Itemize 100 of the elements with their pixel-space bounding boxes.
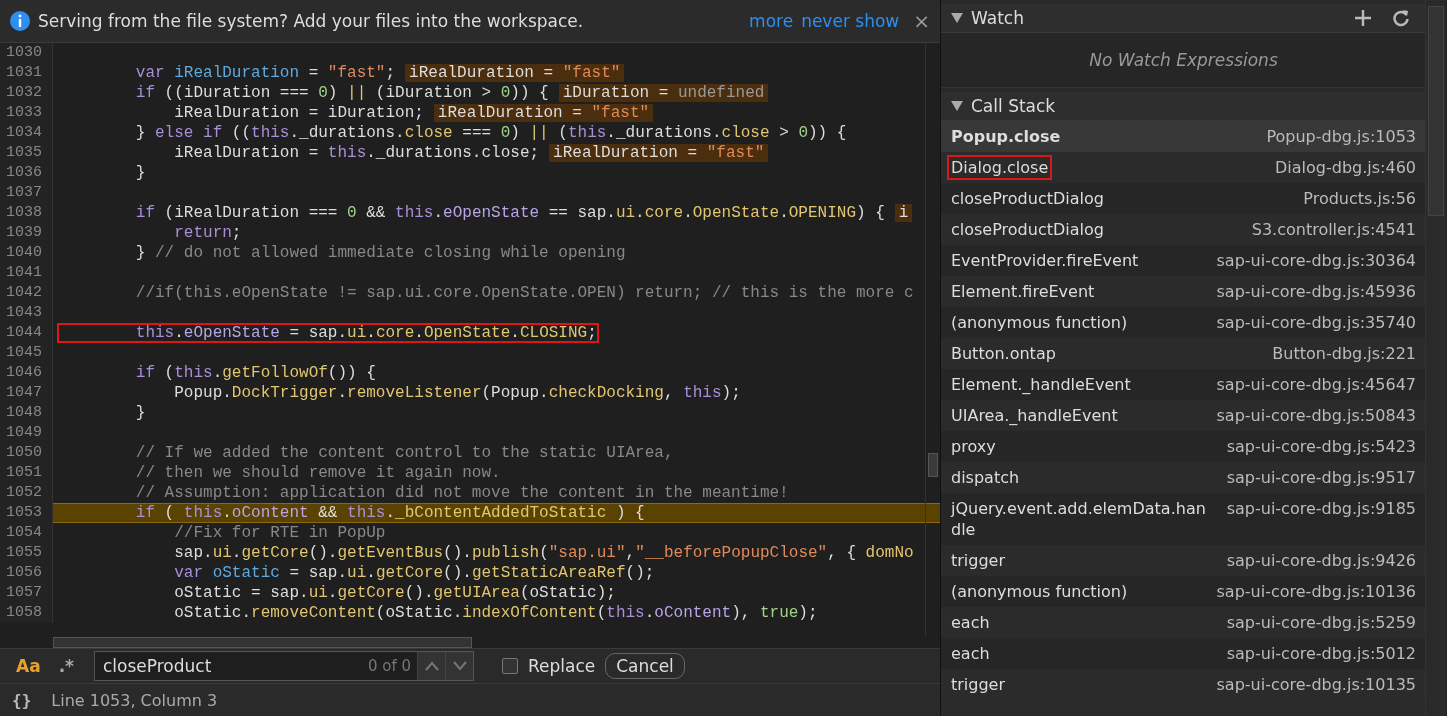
line-number: 1030: [0, 43, 53, 63]
line-number: 1043: [0, 303, 53, 323]
pretty-print-button[interactable]: {}: [12, 690, 32, 710]
line-number: 1036: [0, 163, 53, 183]
call-frame[interactable]: each sap-ui-core-dbg.js:5012: [941, 638, 1426, 669]
code-line: iRealDuration = iDuration;: [173, 103, 425, 123]
code-line: if (this.getFollowOf()) {: [134, 363, 377, 383]
line-number: 1052: [0, 483, 53, 503]
previous-match-button[interactable]: [417, 652, 445, 680]
code-line: oStatic.removeContent(oStatic.indexOfContent(this.oContent), true);: [173, 603, 819, 623]
search-input[interactable]: closeProduct: [95, 655, 368, 677]
match-case-toggle[interactable]: Aa: [12, 656, 45, 676]
call-frame[interactable]: proxy sap-ui-core-dbg.js:5423: [941, 431, 1426, 462]
code-line: } else if ((this._durations.close === 0) || (this._durations.close > 0)) {: [134, 123, 848, 143]
code-line: }: [134, 403, 147, 423]
call-frame[interactable]: (anonymous function) sap-ui-core-dbg.js:35740: [941, 307, 1426, 338]
replace-checkbox[interactable]: [502, 658, 518, 674]
inline-value: i: [894, 204, 913, 222]
line-number: 1051: [0, 463, 53, 483]
line-number: 1033: [0, 103, 53, 123]
source-location: sap-ui-core-dbg.js:45936: [1216, 281, 1416, 302]
source-location: sap-ui-core-dbg.js:9426: [1226, 550, 1416, 571]
empty-message: No Watch Expressions: [941, 33, 1426, 88]
function-name: Button.ontap: [950, 343, 1057, 365]
close-button[interactable]: ×: [913, 9, 930, 33]
function-name: closeProductDialog: [950, 219, 1105, 241]
cancel-button[interactable]: Cancel: [605, 653, 685, 679]
expanded-triangle-icon[interactable]: [951, 101, 963, 111]
code-line: if ((iDuration === 0) || (iDuration > 0)) {: [134, 83, 550, 103]
source-location: sap-ui-core-dbg.js:9185: [1226, 498, 1416, 520]
expanded-triangle-icon[interactable]: [951, 13, 963, 23]
line-number: 1053: [0, 503, 53, 523]
line-number: 1037: [0, 183, 53, 203]
function-name: trigger: [950, 674, 1007, 696]
code-line: oStatic = sap.ui.getCore().getUIArea(oStatic);: [173, 583, 617, 603]
function-name: Dialog.close: [947, 155, 1053, 180]
infobar-message: Serving from the file system? Add your files into the workspace.: [38, 11, 585, 31]
code-line: iRealDuration = this._durations.close;: [173, 143, 541, 163]
code-line: sap.ui.getCore().getEventBus().publish("sap.ui","__beforePopupClose", { domNo: [173, 543, 915, 563]
source-location: sap-ui-core-dbg.js:35740: [1216, 312, 1416, 333]
line-number: 1040: [0, 243, 53, 263]
search-field[interactable]: closeProduct 0 of 0: [94, 651, 474, 681]
info-icon: [10, 11, 30, 31]
code-line: var oStatic = sap.ui.getCore().getStaticAreaRef();: [173, 563, 656, 583]
line-number: 1057: [0, 583, 53, 603]
line-number: 1049: [0, 423, 53, 443]
replace-label: Replace: [528, 656, 596, 676]
source-location: sap-ui-core-dbg.js:10136: [1216, 581, 1416, 602]
line-number: 1058: [0, 603, 53, 623]
code-line: // then we should remove it again now.: [134, 463, 502, 483]
code-line: //Fix for RTE in PopUp: [173, 523, 387, 543]
section-title: Watch: [971, 8, 1025, 28]
function-name: closeProductDialog: [950, 188, 1105, 210]
section-title: Call Stack: [971, 96, 1057, 116]
line-number: 1047: [0, 383, 53, 403]
inline-value: iRealDuration = "fast": [549, 144, 769, 162]
code-line: //if(this.eOpenState != sap.ui.core.OpenState.OPEN) return; // this is the more c: [134, 283, 915, 303]
code-line: if (iRealDuration === 0 && this.eOpenState == sap.ui.core.OpenState.OPENING) {: [134, 203, 886, 223]
source-location: Button-dbg.js:221: [1272, 343, 1416, 364]
code-line: Popup.DockTrigger.removeListener(Popup.checkDocking, this);: [173, 383, 742, 403]
call-frame[interactable]: closeProductDialog Products.js:56: [941, 183, 1426, 214]
line-number: 1041: [0, 263, 53, 283]
scrollbar-thumb[interactable]: [53, 637, 472, 648]
inline-value: iRealDuration = "fast": [405, 64, 625, 82]
call-frame[interactable]: EventProvider.fireEvent sap-ui-core-dbg.js:30364: [941, 245, 1426, 276]
line-number: 1042: [0, 283, 53, 303]
function-name: Element._handleEvent: [950, 374, 1132, 396]
function-name: each: [950, 612, 991, 634]
function-name: (anonymous function): [950, 312, 1129, 334]
source-location: Products.js:56: [1303, 188, 1416, 209]
function-name: each: [950, 643, 991, 665]
call-frame[interactable]: (anonymous function) sap-ui-core-dbg.js:10136: [941, 576, 1426, 607]
scrollbar-thumb[interactable]: [928, 453, 938, 477]
inline-value: iDuration = undefined: [558, 84, 769, 102]
source-location: sap-ui-core-dbg.js:9517: [1226, 467, 1416, 488]
source-location: S3.controller.js:4541: [1251, 219, 1416, 240]
line-number: 1039: [0, 223, 53, 243]
code-line: }: [134, 163, 147, 183]
line-number: 1032: [0, 83, 53, 103]
section-header[interactable]: Call Stack: [941, 92, 1426, 121]
section-header[interactable]: Watch: [941, 4, 1426, 33]
infobar-link[interactable]: more: [749, 11, 794, 31]
next-match-button[interactable]: [445, 652, 473, 680]
function-name: trigger: [950, 550, 1007, 572]
function-name: Element.fireEvent: [950, 281, 1096, 303]
call-frame[interactable]: Popup.close Popup-dbg.js:1053: [941, 121, 1426, 152]
scrollbar-thumb[interactable]: [1428, 6, 1444, 216]
call-frame[interactable]: Element._handleEvent sap-ui-core-dbg.js:45647: [941, 369, 1426, 400]
line-number: 1048: [0, 403, 53, 423]
code-line: // If we added the content control to the static UIArea,: [134, 443, 675, 463]
regex-toggle[interactable]: .*: [54, 656, 78, 676]
call-frame[interactable]: jQuery.event.add.elemData.handle sap-ui-core-dbg.js:9185: [941, 493, 1426, 545]
infobar-link[interactable]: never show: [801, 11, 900, 31]
function-name: EventProvider.fireEvent: [950, 250, 1140, 272]
cursor-position: Line 1053, Column 3: [51, 690, 218, 710]
line-number: 1031: [0, 63, 53, 83]
line-number: 1045: [0, 343, 53, 363]
code-line: var iRealDuration = "fast";: [134, 63, 397, 83]
function-name: (anonymous function): [950, 581, 1129, 603]
source-location: sap-ui-core-dbg.js:5012: [1226, 643, 1416, 664]
